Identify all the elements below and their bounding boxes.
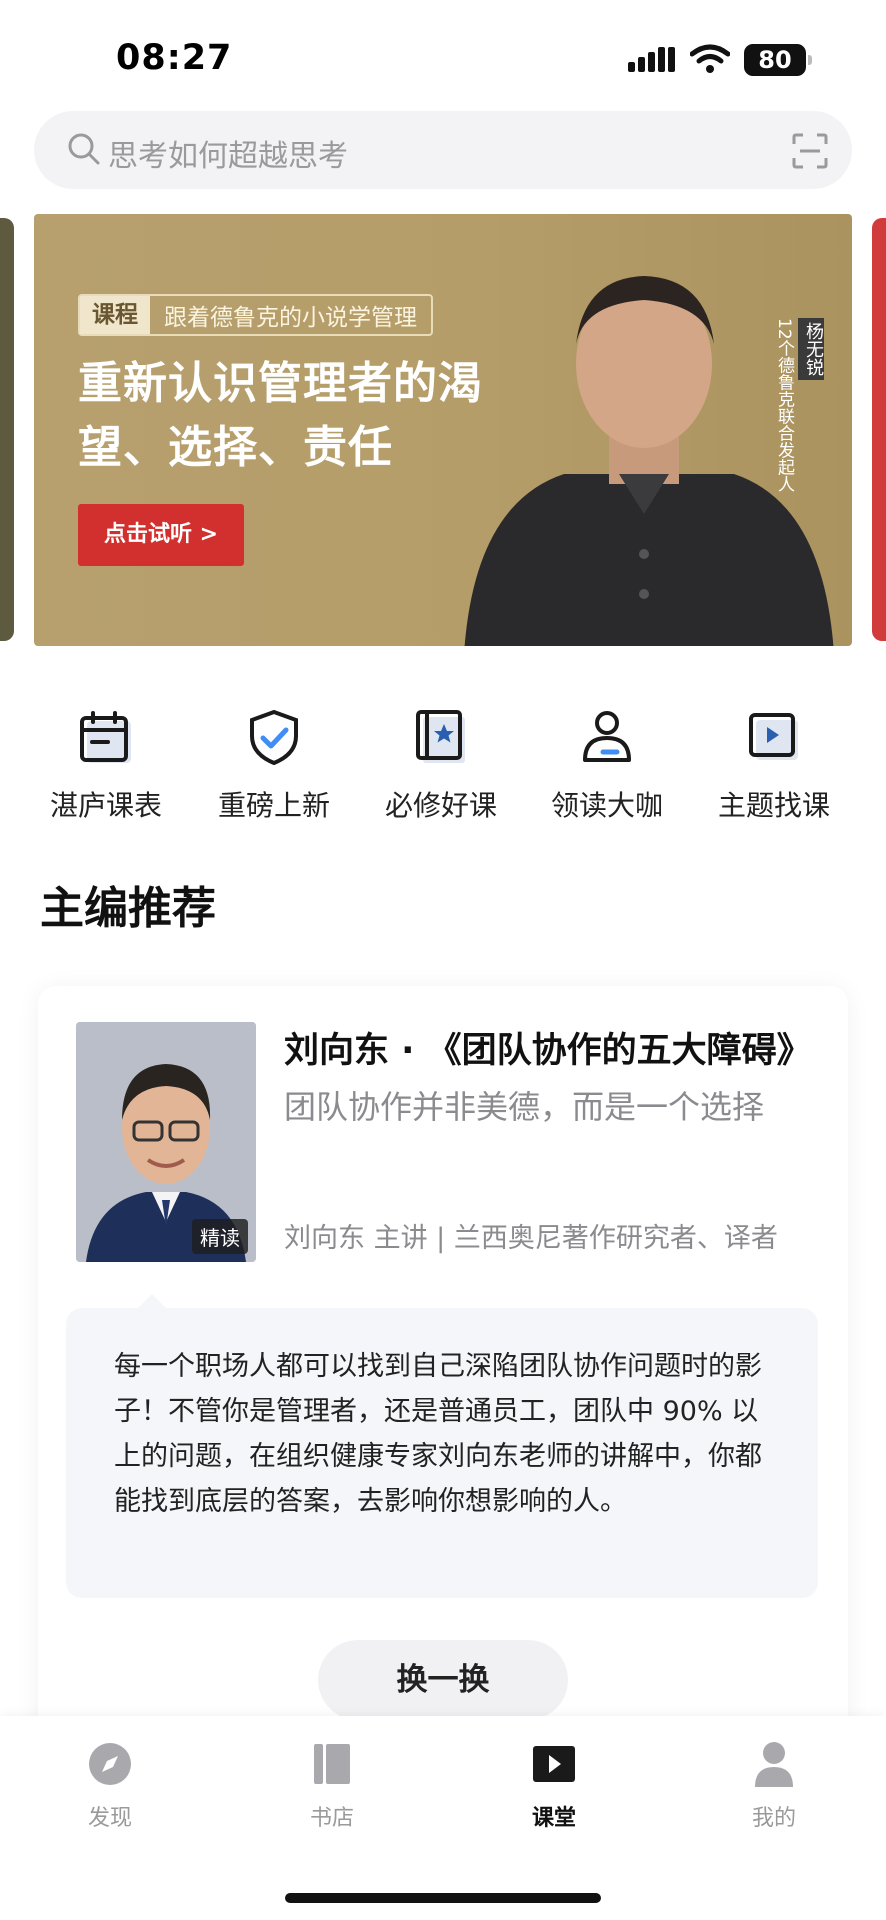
screen: 08:27 80 思考如何超越思考 课程 跟着德鲁克的小说学管理 重新认识管理者… (0, 0, 886, 1920)
nav-item-new[interactable]: 重磅上新 (189, 700, 359, 824)
course-subtitle: 团队协作并非美德，而是一个选择 (284, 1088, 765, 1126)
nav-item-topics[interactable]: 主题找课 (689, 700, 859, 824)
nav-item-required[interactable]: 必修好课 (356, 700, 526, 824)
tab-profile[interactable]: 我的 (714, 1738, 834, 1832)
course-title[interactable]: 刘向东 · 《团队协作的五大障碍》 (284, 1022, 824, 1073)
shield-check-icon (250, 709, 298, 766)
tab-label: 书店 (309, 1806, 354, 1831)
quick-nav: 湛庐课表 重磅上新 必修好课 领读大咖 主题找课 (0, 700, 886, 830)
tab-bookstore[interactable]: 书店 (272, 1738, 392, 1832)
nav-label: 必修好课 (384, 789, 497, 822)
course-description: 每一个职场人都可以找到自己深陷团队协作问题时的影子！不管你是管理者，还是普通员工… (114, 1351, 762, 1517)
person-icon (583, 711, 631, 762)
banner-tag: 课程 (80, 296, 150, 334)
nav-label: 湛庐课表 (49, 789, 162, 822)
nav-label: 重磅上新 (217, 789, 330, 822)
carousel-next-slide[interactable] (872, 218, 886, 641)
user-icon (755, 1742, 793, 1787)
books-icon (314, 1744, 350, 1784)
battery-indicator: 80 (744, 44, 812, 76)
speaker-desc: 12个德鲁克联合发起人 (774, 318, 794, 493)
status-time: 08:27 (116, 38, 233, 78)
tab-discover[interactable]: 发现 (50, 1738, 170, 1832)
course-cover[interactable]: 精读 (76, 1022, 256, 1262)
section-title: 主编推荐 (40, 883, 216, 934)
nav-item-schedule[interactable]: 湛庐课表 (21, 700, 191, 824)
tab-classroom[interactable]: 课堂 (494, 1738, 614, 1832)
cover-badge: 精读 (192, 1219, 248, 1254)
home-indicator (285, 1893, 601, 1903)
search-icon (68, 133, 100, 165)
search-bar[interactable]: 思考如何超越思考 (34, 111, 852, 189)
compass-icon (89, 1743, 131, 1785)
banner-tag-box: 课程 跟着德鲁克的小说学管理 (78, 294, 433, 336)
nav-label: 主题找课 (717, 789, 830, 822)
tab-label: 我的 (751, 1806, 796, 1831)
banner-cta-button[interactable]: 点击试听 > (78, 504, 244, 566)
speaker-name: 杨无锐 (798, 318, 824, 380)
carousel-prev-slide[interactable] (0, 218, 14, 641)
book-star-icon (416, 710, 465, 763)
tab-label: 课堂 (531, 1806, 576, 1831)
scan-icon[interactable] (792, 133, 828, 169)
play-icon (533, 1746, 575, 1782)
tab-label: 发现 (87, 1806, 132, 1831)
banner-slide[interactable]: 课程 跟着德鲁克的小说学管理 重新认识管理者的渴望、选择、责任 点击试听 > 杨… (34, 214, 852, 646)
swap-button[interactable]: 换一换 (318, 1640, 568, 1720)
course-author: 刘向东 主讲 | 兰西奥尼著作研究者、译者 (284, 1223, 778, 1254)
wifi-icon (690, 44, 730, 73)
nav-label: 领读大咖 (550, 789, 663, 822)
search-placeholder: 思考如何超越思考 (108, 139, 348, 174)
recommend-card[interactable]: 精读 刘向东 · 《团队协作的五大障碍》 团队协作并非美德，而是一个选择 刘向东… (38, 986, 848, 1746)
nav-item-mentors[interactable]: 领读大咖 (522, 700, 692, 824)
cellular-signal-icon (628, 47, 675, 72)
banner-series: 跟着德鲁克的小说学管理 (164, 305, 417, 331)
course-description-box: 每一个职场人都可以找到自己深陷团队协作问题时的影子！不管你是管理者，还是普通员工… (66, 1294, 818, 1598)
calendar-icon (80, 711, 131, 763)
bottom-tab-bar: 发现 书店 课堂 我的 (0, 1716, 886, 1920)
play-square-icon (749, 713, 798, 760)
status-bar: 08:27 80 (0, 0, 886, 110)
